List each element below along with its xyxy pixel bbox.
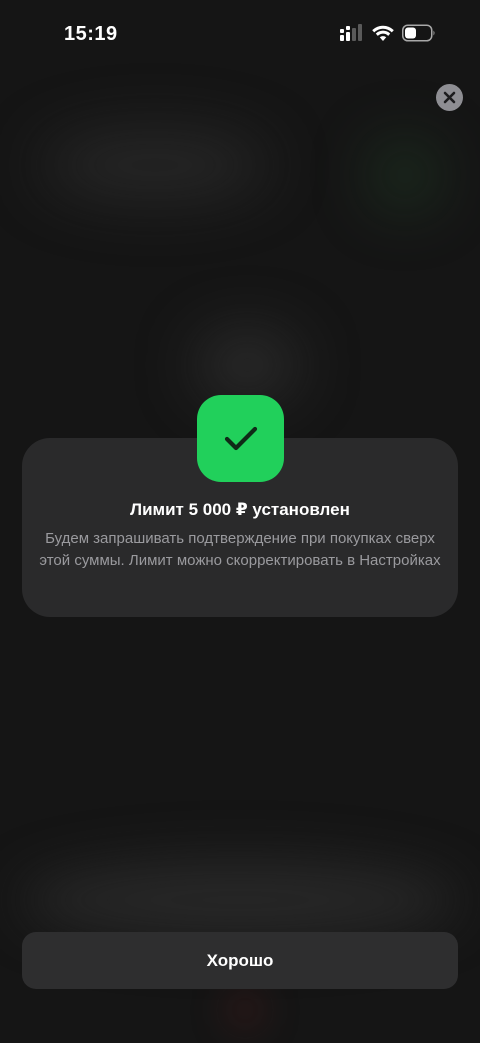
dialog-title: Лимит 5 000 ₽ установлен (130, 500, 350, 519)
close-icon (443, 91, 456, 104)
success-badge (197, 395, 284, 482)
status-time: 15:19 (64, 23, 118, 45)
background-blur (40, 130, 270, 200)
status-icons (340, 24, 436, 42)
background-blur (20, 860, 460, 940)
signal-icon (340, 24, 362, 41)
close-button[interactable] (436, 84, 463, 111)
dialog-description: Будем запрашивать подтверждение при поку… (39, 530, 441, 569)
status-bar: 15:19 (0, 0, 480, 70)
background-blur (370, 140, 440, 210)
ok-button[interactable]: Хорошо (22, 932, 458, 989)
checkmark-icon (224, 426, 257, 450)
screen: 15:19 Лимит 5 000 ₽ установлен Будем зап… (0, 0, 480, 1043)
wifi-icon (372, 25, 394, 41)
battery-icon (402, 24, 435, 42)
background-blur (195, 330, 300, 400)
background-blur (225, 990, 265, 1030)
